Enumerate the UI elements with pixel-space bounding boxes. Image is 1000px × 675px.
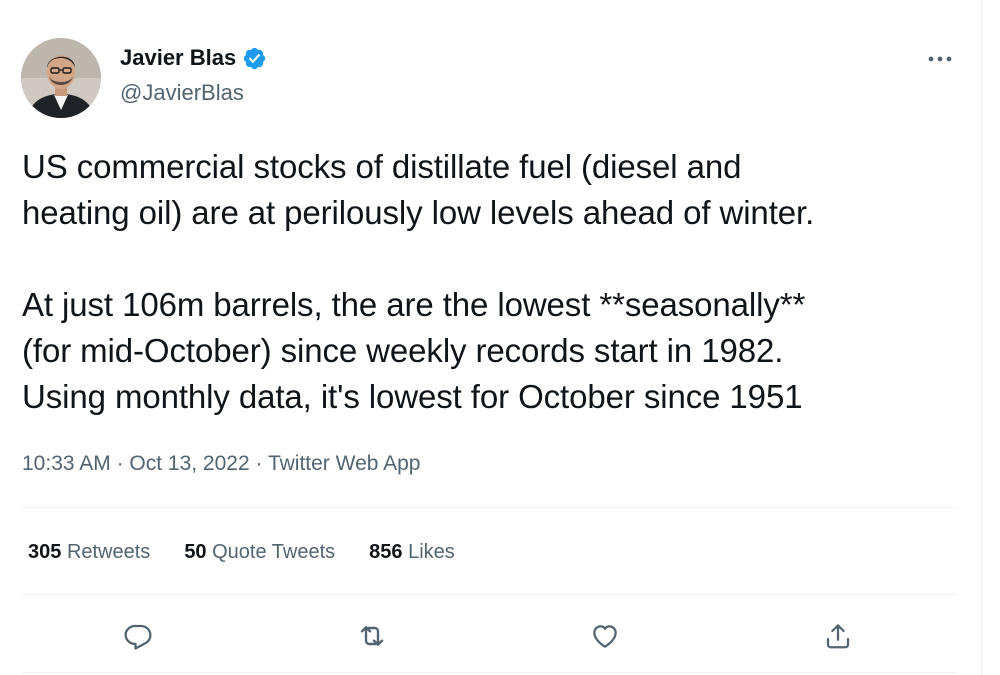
likes-stat[interactable]: 856 Likes: [369, 538, 455, 566]
divider: [22, 672, 957, 673]
tweet-metadata: 10:33 AM · Oct 13, 2022 · Twitter Web Ap…: [22, 450, 420, 478]
verified-badge-icon: [242, 46, 267, 71]
meta-separator: ·: [255, 452, 268, 475]
divider: [22, 507, 957, 508]
timeline-border: [981, 0, 982, 675]
likes-label: Likes: [408, 541, 455, 563]
reply-button[interactable]: [116, 614, 160, 658]
retweet-icon: [360, 626, 384, 646]
retweets-label: Retweets: [66, 541, 151, 563]
tweet-text: US commercial stocks of distillate fuel …: [22, 148, 815, 415]
quote-tweets-count: 50: [184, 541, 213, 563]
quote-tweets-label: Quote Tweets: [212, 541, 336, 563]
engagement-stats: 305 Retweets 50 Quote Tweets 856 Likes: [28, 538, 489, 566]
tweet-date[interactable]: Oct 13, 2022: [129, 452, 249, 475]
tweet-card: Javier Blas @JavierBlas US commercial st…: [0, 0, 980, 675]
author-handle[interactable]: @JavierBlas: [120, 79, 244, 107]
quote-tweets-stat[interactable]: 50 Quote Tweets: [184, 538, 335, 566]
likes-count: 856: [369, 541, 409, 563]
reply-icon: [124, 624, 152, 650]
like-button[interactable]: [583, 614, 627, 658]
more-options-button[interactable]: [920, 46, 960, 72]
share-button[interactable]: [816, 614, 860, 658]
avatar[interactable]: [21, 38, 101, 118]
action-bar: [0, 614, 980, 658]
tweet-source[interactable]: Twitter Web App: [268, 452, 421, 475]
divider: [22, 594, 957, 595]
retweet-button[interactable]: [350, 614, 394, 658]
retweets-count: 305: [28, 541, 67, 563]
tweet-time[interactable]: 10:33 AM: [22, 452, 111, 475]
like-icon: [593, 625, 617, 648]
share-icon: [826, 624, 850, 649]
display-name: Javier Blas: [120, 45, 237, 70]
more-options-icon: [928, 56, 952, 62]
avatar-image: [21, 38, 101, 118]
author-name-row[interactable]: Javier Blas: [120, 44, 267, 72]
retweets-stat[interactable]: 305 Retweets: [28, 538, 150, 566]
meta-separator: ·: [116, 452, 130, 475]
